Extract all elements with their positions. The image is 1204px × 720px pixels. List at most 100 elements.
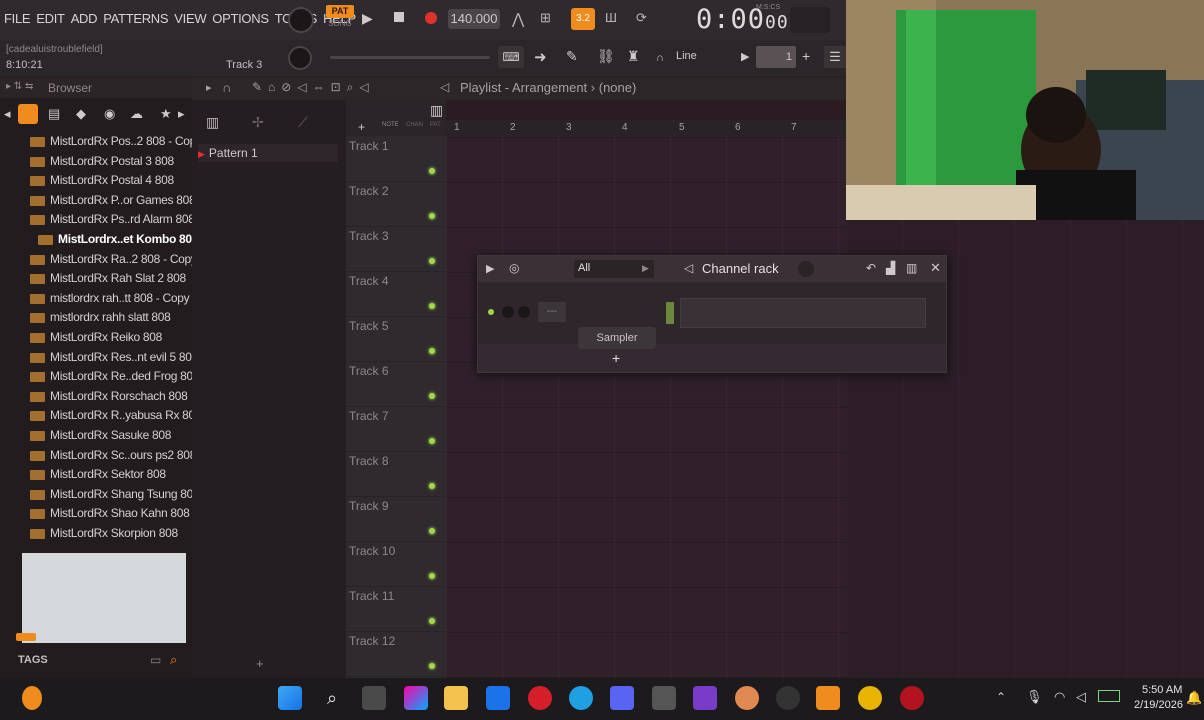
step-sequencer-area[interactable]	[680, 298, 926, 328]
list-item[interactable]: MistLordRx Pos..2 808 - Copy	[30, 134, 202, 152]
master-volume-knob[interactable]	[288, 7, 314, 33]
rack-volume-knob[interactable]	[798, 261, 814, 277]
song-mode-button[interactable]: SONG	[326, 19, 354, 31]
menu-options[interactable]: OPTIONS	[212, 11, 269, 26]
fl-studio-icon[interactable]	[816, 686, 840, 710]
list-item[interactable]: MistLordRx Postal 3 808	[30, 154, 174, 172]
plugins-icon[interactable]: ◆	[76, 106, 86, 122]
master-slider[interactable]	[330, 56, 490, 59]
stamp-icon[interactable]: ♜	[627, 48, 640, 65]
list-item[interactable]: MistLordRx Ps..rd Alarm 808	[30, 212, 195, 230]
track-header[interactable]: Track 5	[346, 316, 446, 362]
track-header[interactable]: Track 8	[346, 451, 446, 497]
menu-edit[interactable]: EDIT	[36, 11, 65, 26]
mixer-track-selector[interactable]: ---	[538, 302, 566, 322]
list-item[interactable]: MistLordRx P..or Games 808	[30, 193, 196, 211]
add-pattern-button[interactable]: +	[256, 656, 264, 671]
add-track-icon[interactable]: +	[358, 120, 365, 134]
channel-select-led[interactable]	[666, 302, 674, 324]
audio-clip-icon[interactable]: ✢	[252, 114, 264, 131]
search-icon[interactable]: ⌕	[320, 686, 344, 710]
battery-icon[interactable]	[1098, 690, 1120, 702]
volume-icon[interactable]: ◁	[1076, 689, 1086, 705]
camera-icon[interactable]	[652, 686, 676, 710]
opera-icon[interactable]	[528, 686, 552, 710]
clipchamp-icon[interactable]	[693, 686, 717, 710]
piano-icon[interactable]: ▥	[430, 102, 443, 119]
list-item[interactable]: MistLordRx Sektor 808	[30, 467, 166, 485]
list-item[interactable]: MistLordRx Shang Tsung 808	[30, 487, 200, 505]
menu-view[interactable]: VIEW	[174, 11, 206, 26]
list-item[interactable]: MistLordRx Rorschach 808	[30, 389, 188, 407]
undo-icon[interactable]: ↶	[866, 261, 876, 275]
list-item[interactable]: MistLordRx Reiko 808	[30, 330, 162, 348]
game-icon[interactable]	[735, 686, 759, 710]
loop-record-icon[interactable]: ⟳	[636, 10, 647, 26]
magnet-icon[interactable]: ∩	[656, 52, 664, 64]
list-item[interactable]: MistLordRx Postal 4 808	[30, 173, 174, 191]
tray-chevron-icon[interactable]: ⌃	[996, 690, 1006, 704]
track-mute-led[interactable]	[429, 438, 435, 444]
list-item[interactable]: mistlordrx rahh slatt 808	[30, 310, 171, 328]
playlist-options-icon[interactable]: ▸	[206, 81, 212, 94]
link-icon[interactable]: ⛓	[597, 48, 615, 65]
blend-notes-icon[interactable]: Ш	[605, 10, 617, 25]
discord-icon[interactable]	[610, 686, 634, 710]
all-files-icon[interactable]	[18, 104, 38, 124]
file-explorer-icon[interactable]	[444, 686, 468, 710]
play-icon[interactable]: ▶	[362, 10, 373, 27]
windows-start-icon[interactable]	[278, 686, 302, 710]
pat-mode-button[interactable]: PAT	[326, 5, 354, 18]
track-mute-led[interactable]	[429, 573, 435, 579]
wifi-icon[interactable]: ◠	[1054, 689, 1065, 705]
track-mute-led[interactable]	[429, 528, 435, 534]
notification-icon[interactable]: 🔔	[1186, 690, 1202, 706]
track-mute-led[interactable]	[429, 483, 435, 489]
menu-patterns[interactable]: PATTERNS	[103, 11, 168, 26]
list-item[interactable]: MistLordRx Skorpion 808	[30, 526, 178, 544]
metronome-icon[interactable]: ⋀	[512, 10, 524, 28]
track-mute-led[interactable]	[429, 618, 435, 624]
list-item[interactable]: MistLordRx Res..nt evil 5 808	[30, 350, 198, 368]
obs-icon[interactable]	[776, 686, 800, 710]
list-item[interactable]: MistLordRx Shao Kahn 808	[30, 506, 190, 524]
list-item[interactable]: MistLordRx Rah Slat 2 808	[30, 271, 186, 289]
fl-studio-tray-icon[interactable]	[22, 686, 42, 710]
channel-button-sampler[interactable]: Sampler	[578, 327, 656, 349]
track-mute-led[interactable]	[429, 663, 435, 669]
track-header[interactable]: Track 1	[346, 136, 446, 182]
track-mute-led[interactable]	[429, 258, 435, 264]
taskbar-time[interactable]: 5:50 AM	[1142, 684, 1182, 696]
project-icon[interactable]: ▤	[48, 106, 60, 122]
list-item[interactable]: MistLordRx Ra..2 808 - Copy	[30, 252, 197, 270]
close-icon[interactable]: ✕	[930, 260, 941, 276]
track-mute-led[interactable]	[429, 168, 435, 174]
stop-icon[interactable]	[394, 12, 404, 22]
automation-icon[interactable]: ⟋	[298, 114, 308, 131]
add-channel-button[interactable]: +	[612, 350, 620, 366]
pattern-prev-icon[interactable]: ▶	[741, 50, 749, 63]
tool-icons[interactable]: ✎⌂⊘◁⇔⊡⌕◁	[252, 80, 375, 95]
world-icon[interactable]: ◉	[104, 106, 115, 122]
star-icon[interactable]: ★	[160, 106, 172, 122]
timeline-ruler[interactable]: 1 2 3 4 5 6 7	[446, 120, 846, 136]
channel-pan-knob[interactable]	[518, 306, 530, 318]
preview-handle[interactable]	[16, 633, 36, 641]
master-pitch-knob[interactable]	[288, 46, 312, 70]
track-header[interactable]: Track 11	[346, 586, 446, 632]
microphone-icon[interactable]: 🎙	[1026, 689, 1043, 705]
menu-add[interactable]: ADD	[71, 11, 98, 26]
waveform-preview[interactable]	[16, 553, 186, 643]
typing-keyboard-icon[interactable]: ⌨	[498, 46, 524, 68]
piano-roll-icon[interactable]: ▥	[206, 114, 219, 131]
headphones-icon[interactable]: ∩	[222, 80, 231, 95]
graph-editor-icon[interactable]: ▟	[886, 261, 895, 275]
list-item[interactable]: MistLordRx Re..ded Frog 808	[30, 369, 200, 387]
track-header[interactable]: Track 2	[346, 181, 446, 227]
list-item[interactable]: MistLordRx Sasuke 808	[30, 428, 171, 446]
browser-forward-icon[interactable]: ▸	[178, 106, 185, 122]
swing-knob-icon[interactable]: ◎	[509, 261, 519, 275]
step-sequencer-icon[interactable]: ▥	[906, 261, 917, 275]
track-mute-led[interactable]	[429, 393, 435, 399]
track-header[interactable]: Track 3	[346, 226, 446, 272]
